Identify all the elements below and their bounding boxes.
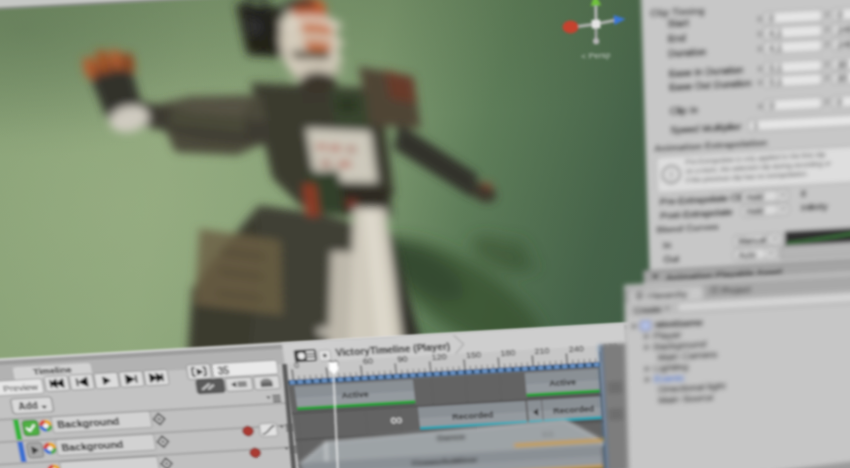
svg-text:240: 240 [568, 345, 584, 355]
svg-text:Out: Out [663, 254, 679, 265]
svg-text:f: f [826, 60, 829, 70]
svg-text:180: 180 [500, 349, 516, 359]
svg-text:0: 0 [769, 14, 775, 25]
svg-text:f: f [826, 25, 829, 36]
svg-text:Dance: Dance [436, 432, 465, 443]
svg-text:30: 30 [837, 60, 848, 71]
svg-text:s: s [758, 101, 763, 111]
svg-text:246: 246 [837, 40, 850, 51]
svg-text:s: s [757, 14, 762, 25]
svg-text:246: 246 [837, 25, 850, 36]
svg-text:Auto: Auto [738, 250, 756, 261]
svg-text:1:1: 1:1 [542, 429, 554, 438]
svg-text:Create: Create [634, 305, 662, 316]
svg-text:∞: ∞ [389, 412, 403, 430]
svg-text:35: 35 [217, 366, 230, 377]
svg-text:s: s [758, 64, 763, 75]
svg-text:Active: Active [341, 390, 369, 401]
svg-text:Duration: Duration [668, 47, 706, 60]
svg-text:f: f [826, 74, 829, 84]
svg-text:0.1: 0.1 [769, 63, 783, 74]
svg-text:Add: Add [18, 402, 40, 413]
svg-text:f: f [826, 98, 829, 108]
svg-text:60: 60 [362, 357, 374, 367]
svg-text:In: In [663, 240, 671, 251]
svg-text:0: 0 [801, 190, 806, 200]
svg-text:Hold: Hold [746, 192, 764, 203]
svg-text:Infinity: Infinity [801, 202, 829, 213]
svg-text:Start: Start [667, 18, 689, 31]
svg-text:120: 120 [431, 353, 447, 363]
svg-text:0: 0 [837, 98, 843, 108]
svg-text:Active: Active [549, 378, 577, 389]
svg-text:0.1: 0.1 [769, 77, 783, 88]
svg-text:90: 90 [397, 355, 408, 365]
svg-text:End: End [668, 33, 686, 45]
svg-text:Hold: Hold [746, 206, 764, 217]
svg-text:Project: Project [722, 285, 751, 296]
svg-text:Clip In: Clip In [670, 105, 699, 118]
svg-text:Preview: Preview [2, 382, 39, 394]
svg-text:s: s [758, 43, 763, 54]
svg-text:s: s [758, 29, 763, 40]
svg-text:30: 30 [837, 74, 848, 85]
svg-text:150: 150 [466, 351, 482, 361]
svg-text:Player: Player [653, 330, 682, 342]
svg-text:Events: Events [654, 373, 685, 385]
svg-text:f: f [826, 40, 829, 51]
svg-text:< Persp: < Persp [581, 50, 611, 61]
svg-text:4.1: 4.1 [769, 43, 783, 54]
svg-text:4.1: 4.1 [769, 28, 783, 39]
svg-text:s: s [758, 77, 763, 88]
svg-text:1: 1 [753, 121, 759, 131]
svg-text:210: 210 [534, 347, 550, 357]
svg-text:f: f [826, 10, 829, 21]
svg-text:0: 0 [769, 101, 775, 111]
svg-text:Manual: Manual [738, 235, 767, 246]
svg-text:0: 0 [837, 10, 843, 21]
svg-text:!: ! [669, 170, 673, 181]
